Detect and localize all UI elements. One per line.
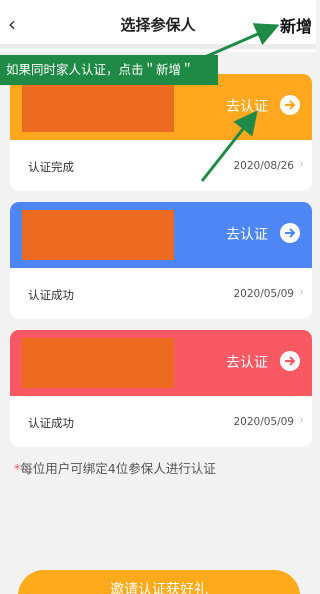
annotation-arrows [197,23,280,182]
arrow-to-add-button [197,23,280,62]
arrow-to-verify-button [200,110,258,182]
